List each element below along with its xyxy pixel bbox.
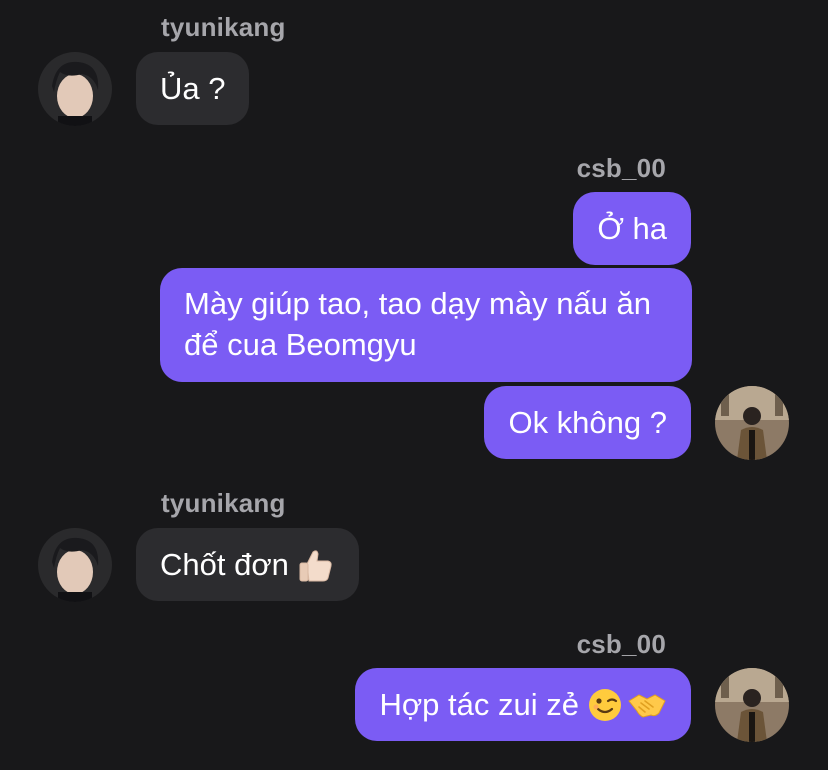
message-bubble-outgoing[interactable]: Ok không ?: [484, 386, 691, 459]
sender-name-csb_00: csb_00: [576, 153, 666, 183]
sender-name-csb_00: csb_00: [576, 629, 666, 659]
avatar-tyunikang[interactable]: [38, 528, 112, 602]
avatar-tyunikang[interactable]: [38, 52, 112, 126]
sender-name-tyunikang: tyunikang: [161, 488, 286, 518]
handshake-icon: [627, 687, 667, 723]
message-text: Mày giúp tao, tao dạy mày nấu ăn để cua …: [184, 286, 652, 362]
thumbs-up-icon: [297, 546, 335, 584]
message-text: Ở ha: [597, 211, 667, 246]
message-bubble-incoming[interactable]: Chốt đơn: [136, 528, 359, 601]
message-text: Chốt đơn: [160, 547, 289, 582]
message-text: Ok không ?: [508, 405, 667, 440]
message-bubble-incoming[interactable]: Ủa ?: [136, 52, 250, 125]
avatar-csb_00[interactable]: [715, 668, 789, 742]
avatar-csb_00[interactable]: [715, 386, 789, 460]
message-bubble-outgoing[interactable]: Hợp tác zui zẻ: [355, 668, 691, 741]
message-text: Ủa ?: [160, 71, 226, 106]
message-bubble-outgoing[interactable]: Mày giúp tao, tao dạy mày nấu ăn để cua …: [160, 268, 692, 382]
message-bubble-outgoing[interactable]: Ở ha: [573, 192, 691, 265]
message-text: Hợp tác zui zẻ: [379, 687, 579, 722]
winking-face-icon: [587, 687, 623, 723]
sender-name-tyunikang: tyunikang: [161, 12, 286, 42]
